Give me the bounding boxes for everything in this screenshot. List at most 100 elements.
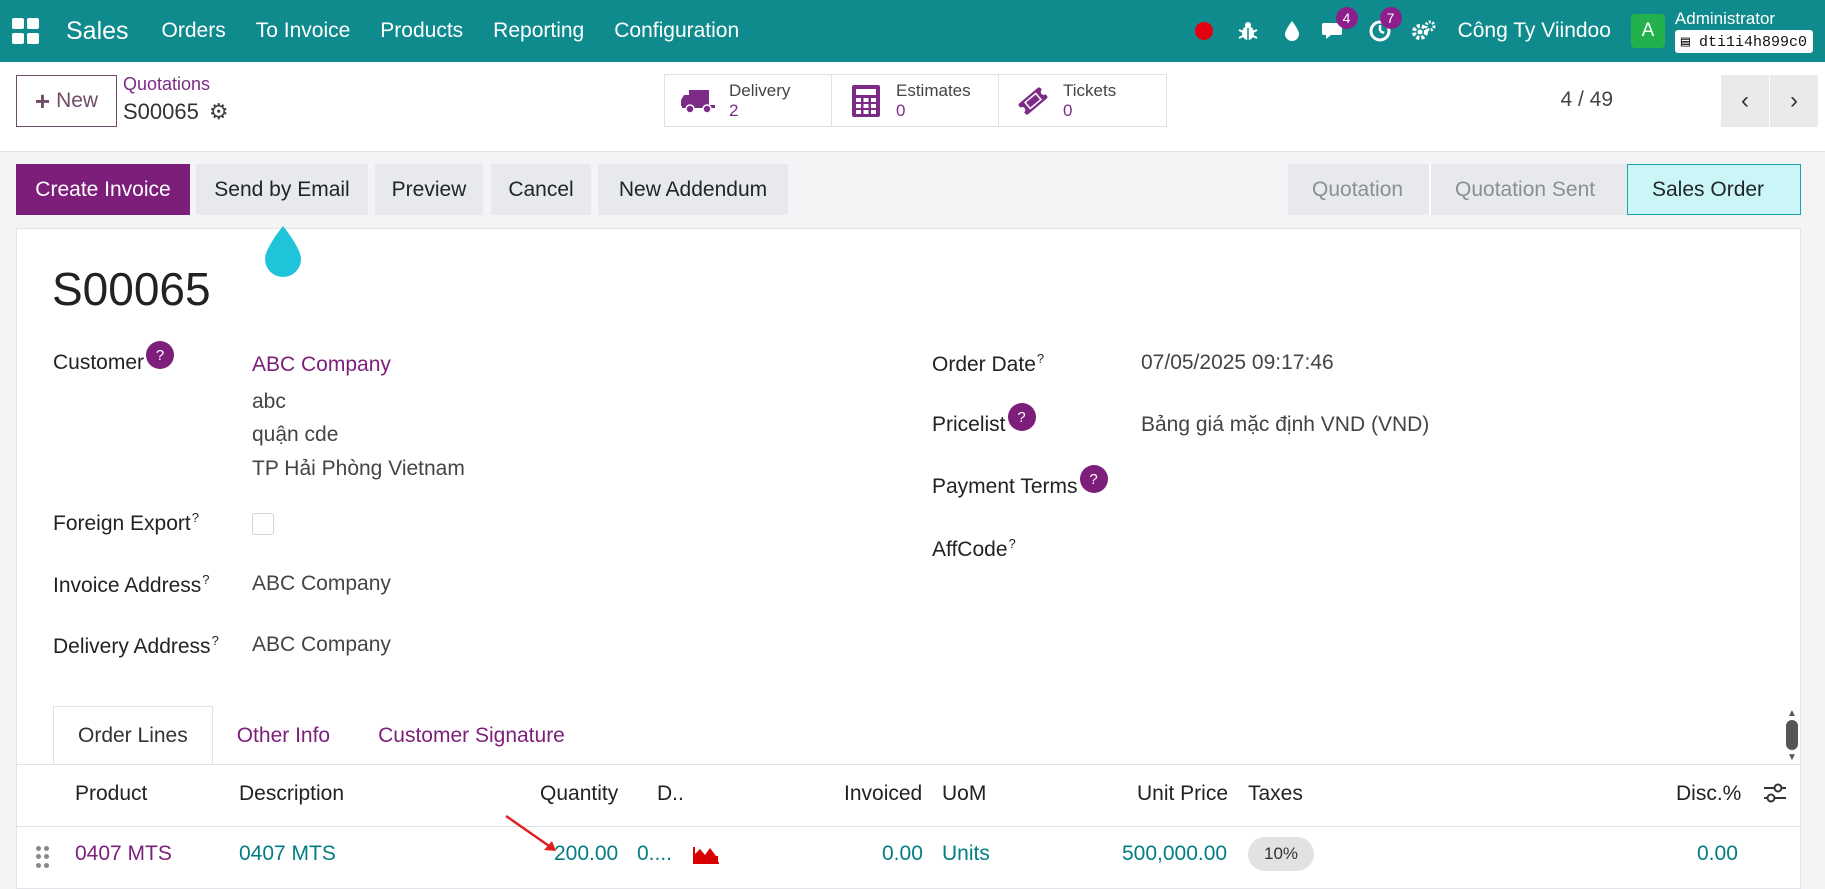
user-menu[interactable]: Administrator ▤ dti1i4h899c0 (1674, 9, 1813, 53)
row-delivered[interactable]: 0.... (637, 842, 672, 866)
chevron-left-icon: ‹ (1741, 87, 1749, 114)
app-brand[interactable]: Sales (66, 17, 129, 46)
tickets-smart-button[interactable]: Tickets 0 (999, 75, 1166, 126)
column-invoiced[interactable]: Invoiced (844, 782, 922, 806)
messages-icon[interactable]: 4 (1314, 0, 1358, 62)
menu-to-invoice[interactable]: To Invoice (241, 19, 366, 43)
column-unit-price[interactable]: Unit Price (1137, 782, 1228, 806)
pager-next-button[interactable]: › (1770, 75, 1818, 127)
messages-badge: 4 (1335, 7, 1358, 29)
menu-products[interactable]: Products (365, 19, 478, 43)
estimates-label: Estimates (896, 80, 971, 100)
menu-configuration[interactable]: Configuration (599, 19, 754, 43)
pager-value[interactable]: 4 / 49 (1560, 88, 1613, 112)
column-quantity[interactable]: Quantity (540, 782, 618, 806)
foreign-export-checkbox[interactable] (252, 513, 274, 535)
optional-columns-icon[interactable] (1762, 780, 1788, 806)
avatar[interactable]: A (1630, 14, 1665, 48)
send-by-email-button[interactable]: Send by Email (196, 164, 368, 215)
invoice-address-label-text: Invoice Address (53, 574, 202, 597)
stage-quotation[interactable]: Quotation (1288, 164, 1429, 215)
menu-orders[interactable]: Orders (147, 19, 241, 43)
stage-quotation-sent[interactable]: Quotation Sent (1429, 164, 1627, 215)
row-uom[interactable]: Units (942, 842, 990, 866)
row-unit-price[interactable]: 500,000.00 (1122, 842, 1227, 866)
tab-customer-signature[interactable]: Customer Signature (354, 706, 589, 765)
pager-previous-button[interactable]: ‹ (1721, 75, 1769, 127)
row-invoiced[interactable]: 0.00 (882, 842, 923, 866)
top-navbar: Sales Orders To Invoice Products Reporti… (0, 0, 1825, 62)
tab-other-info[interactable]: Other Info (213, 706, 354, 765)
row-description[interactable]: 0407 MTS (239, 842, 336, 866)
create-invoice-button[interactable]: Create Invoice (16, 164, 190, 215)
delivery-address-value[interactable]: ABC Company (252, 633, 391, 657)
customer-address-line1: abc (252, 390, 286, 413)
delivery-label: Delivery (729, 80, 791, 100)
pricelist-label-text: Pricelist (932, 413, 1006, 436)
gear-icon[interactable]: ⚙ (209, 99, 229, 125)
cancel-button[interactable]: Cancel (491, 164, 591, 215)
drag-handle-icon[interactable] (36, 846, 50, 868)
scroll-up-icon[interactable]: ▲ (1787, 708, 1797, 719)
delivery-address-label-text: Delivery Address (53, 635, 211, 658)
column-delivered[interactable]: D.. (657, 782, 684, 806)
row-tax-badge[interactable]: 10% (1248, 837, 1315, 871)
delivery-smart-button[interactable]: Delivery 2 (665, 75, 832, 126)
new-addendum-button[interactable]: New Addendum (598, 164, 788, 215)
help-question-icon[interactable]: ? (1007, 403, 1036, 431)
new-button[interactable]: + New (16, 75, 117, 127)
customer-name-link[interactable]: ABC Company (252, 353, 391, 377)
help-mark[interactable]: ? (212, 633, 219, 648)
help-mark[interactable]: ? (1009, 536, 1016, 551)
customer-address-line3: TP Hải Phòng Vietnam (252, 457, 465, 480)
chevron-right-icon: › (1790, 87, 1798, 114)
invoice-address-label: Invoice Address? (53, 572, 210, 598)
row-discount[interactable]: 0.00 (1697, 842, 1738, 866)
column-product[interactable]: Product (75, 782, 147, 806)
column-uom[interactable]: UoM (942, 782, 986, 806)
row-product[interactable]: 0407 MTS (75, 842, 172, 866)
preview-button[interactable]: Preview (375, 164, 483, 215)
customer-label: Customer? (53, 341, 175, 379)
smart-buttons: Delivery 2 Estimates 0 Tickets 0 (664, 74, 1167, 127)
scroll-down-icon[interactable]: ▼ (1787, 752, 1797, 763)
delivery-count: 2 (729, 100, 739, 120)
scrollbar-thumb[interactable] (1786, 720, 1798, 750)
affcode-label-text: AffCode (932, 538, 1008, 561)
order-date-value[interactable]: 07/05/2025 09:17:46 (1141, 351, 1334, 375)
apps-menu-icon[interactable] (12, 18, 42, 44)
database-icon: ▤ (1680, 33, 1699, 51)
column-description[interactable]: Description (239, 782, 344, 806)
help-question-icon[interactable]: ? (146, 341, 175, 369)
estimates-smart-button[interactable]: Estimates 0 (832, 75, 999, 126)
help-question-icon[interactable]: ? (1079, 465, 1108, 493)
customer-label-text: Customer (53, 351, 145, 374)
affcode-label: AffCode? (932, 536, 1016, 562)
database-label: dti1i4h899c0 (1698, 33, 1807, 51)
forecast-chart-icon[interactable] (692, 843, 720, 865)
column-taxes[interactable]: Taxes (1248, 782, 1303, 806)
breadcrumb-parent[interactable]: Quotations (123, 74, 210, 95)
stage-sales-order[interactable]: Sales Order (1627, 164, 1801, 215)
company-switcher[interactable]: Công Ty Viindoo (1458, 19, 1611, 43)
bug-icon[interactable] (1226, 0, 1270, 62)
drop-icon[interactable] (1270, 0, 1314, 62)
settings-gears-icon[interactable] (1402, 0, 1446, 62)
pricelist-value[interactable]: Bảng giá mặc định VND (VND) (1141, 413, 1429, 437)
foreign-export-label: Foreign Export? (53, 510, 199, 536)
help-mark[interactable]: ? (202, 572, 209, 587)
ticket-icon (1015, 83, 1051, 119)
help-mark[interactable]: ? (1037, 351, 1044, 366)
record-icon[interactable] (1182, 0, 1226, 62)
help-mark[interactable]: ? (192, 510, 199, 525)
menu-reporting[interactable]: Reporting (478, 19, 599, 43)
column-discount[interactable]: Disc.% (1676, 782, 1741, 806)
database-name: ▤ dti1i4h899c0 (1674, 29, 1813, 53)
activity-clock-icon[interactable]: 7 (1358, 0, 1402, 62)
form-action-bar: Create Invoice Send by Email Preview Can… (0, 152, 1825, 227)
invoice-address-value[interactable]: ABC Company (252, 572, 391, 596)
plus-icon: + (34, 85, 51, 116)
pricelist-label: Pricelist? (932, 403, 1036, 441)
tab-order-lines[interactable]: Order Lines (53, 706, 213, 765)
order-date-label-text: Order Date (932, 353, 1036, 376)
